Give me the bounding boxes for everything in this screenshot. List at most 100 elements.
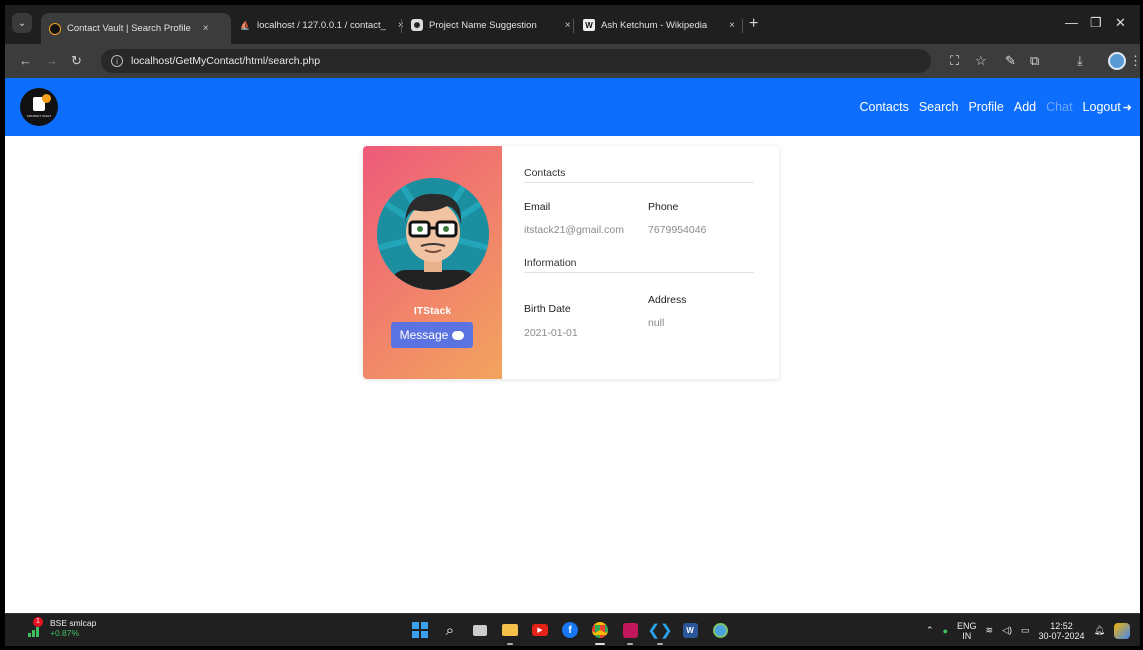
contact-vault-favicon-icon bbox=[49, 22, 61, 35]
tab-divider bbox=[742, 19, 743, 33]
tab-search-button[interactable]: ⌄ bbox=[12, 13, 32, 33]
nav-chat: Chat bbox=[1046, 100, 1073, 114]
bookmark-star-icon[interactable]: ☆ bbox=[975, 53, 987, 69]
clock-time: 12:52 bbox=[1050, 620, 1073, 631]
clock-date: 30-07-2024 bbox=[1038, 630, 1085, 641]
tab-project-name[interactable]: ✺ Project Name Suggestion × bbox=[403, 13, 573, 37]
media-app-icon[interactable] bbox=[620, 620, 640, 645]
file-explorer-icon[interactable] bbox=[500, 620, 520, 645]
avatar-illustration bbox=[377, 178, 489, 290]
screen-frame: ⌄ Contact Vault | Search Profile × ⛵ loc… bbox=[0, 0, 1143, 650]
widget-change: +0.87% bbox=[50, 628, 80, 638]
stock-widget[interactable]: 1 BSE smlcap +0.87% bbox=[27, 617, 97, 638]
windows-taskbar: 1 BSE smlcap +0.87% ⌕ ▶ f ❮❯ W ⌃ ● ENG I… bbox=[5, 613, 1140, 646]
task-view-icon[interactable] bbox=[470, 620, 490, 640]
clock[interactable]: 12:52 30-07-2024 bbox=[1039, 621, 1085, 641]
tab-title: Project Name Suggestion bbox=[429, 19, 537, 31]
minimize-icon[interactable]: — bbox=[1065, 15, 1078, 30]
close-window-icon[interactable]: ✕ bbox=[1115, 15, 1126, 31]
profile-name: ITStack bbox=[413, 305, 452, 317]
notification-bell-icon[interactable]: 🔔︎ bbox=[1094, 625, 1105, 636]
youtube-icon[interactable]: ▶ bbox=[530, 620, 550, 640]
avatar bbox=[377, 178, 489, 290]
tab-title: localhost / 127.0.0.1 / contact_ bbox=[257, 19, 386, 31]
wikipedia-favicon-icon: W bbox=[583, 19, 595, 31]
nav-search[interactable]: Search bbox=[919, 100, 959, 114]
back-icon[interactable]: ← bbox=[19, 53, 32, 68]
nav-contacts[interactable]: Contacts bbox=[860, 100, 909, 114]
start-windows-icon[interactable] bbox=[410, 620, 430, 640]
contacts-heading: Contacts bbox=[524, 167, 566, 179]
language-top: ENG bbox=[957, 620, 977, 631]
extensions-icon[interactable]: ⧉ bbox=[1030, 53, 1039, 69]
tray-app-icon[interactable]: ● bbox=[943, 626, 948, 636]
copilot-icon[interactable] bbox=[1114, 622, 1130, 639]
volume-icon[interactable]: ◁) bbox=[1002, 625, 1012, 636]
eyedropper-icon[interactable]: ✎ bbox=[1005, 53, 1016, 69]
nav-add[interactable]: Add bbox=[1014, 100, 1036, 114]
nav-profile[interactable]: Profile bbox=[968, 100, 1003, 114]
profile-card-sidebar: ITStack Message bbox=[363, 146, 502, 379]
email-value: itstack21@gmail.com bbox=[524, 224, 624, 236]
system-tray: ⌃ ● ENG IN ≋ ◁) ▭ 12:52 30-07-2024 🔔︎ bbox=[926, 614, 1130, 646]
profile-card: ITStack Message Contacts Email itstack21… bbox=[363, 146, 779, 379]
translate-icon[interactable]: ⛶ bbox=[950, 53, 959, 69]
address-value: null bbox=[648, 317, 665, 329]
new-tab-button[interactable]: + bbox=[749, 16, 758, 32]
tab-divider bbox=[401, 19, 402, 33]
search-icon[interactable]: ⌕ bbox=[440, 620, 460, 640]
email-label: Email bbox=[524, 201, 551, 213]
chatgpt-favicon-icon: ✺ bbox=[411, 19, 423, 31]
url-text: localhost/GetMyContact/html/search.php bbox=[131, 55, 321, 67]
language-bottom: IN bbox=[962, 630, 972, 641]
wifi-icon[interactable]: ≋ bbox=[986, 625, 994, 636]
address-bar[interactable]: i localhost/GetMyContact/html/search.php bbox=[101, 49, 931, 73]
nav-logout[interactable]: Logout ➜ bbox=[1083, 100, 1132, 114]
reload-icon[interactable]: ↻ bbox=[71, 53, 82, 69]
phpmyadmin-favicon-icon: ⛵ bbox=[240, 20, 250, 30]
word-icon[interactable]: W bbox=[680, 620, 700, 640]
browser-menu-icon[interactable]: ⋮ bbox=[1129, 53, 1140, 69]
birth-date-value: 2021-01-01 bbox=[524, 327, 578, 339]
contacts-divider bbox=[524, 182, 754, 183]
close-tab-icon[interactable]: × bbox=[729, 20, 735, 31]
taskbar-apps: ⌕ ▶ f ❮❯ W bbox=[410, 620, 730, 645]
battery-icon[interactable]: ▭ bbox=[1021, 625, 1030, 636]
browser-globe-icon[interactable] bbox=[710, 620, 730, 640]
tab-wikipedia[interactable]: W Ash Ketchum - Wikipedia × bbox=[575, 13, 743, 37]
tab-contact-vault[interactable]: Contact Vault | Search Profile × bbox=[41, 13, 231, 44]
site-info-icon[interactable]: i bbox=[111, 55, 123, 67]
contact-vault-logo[interactable]: CONTACT VAULT bbox=[20, 88, 58, 126]
logo-text: CONTACT VAULT bbox=[26, 113, 52, 118]
tab-title: Ash Ketchum - Wikipedia bbox=[601, 19, 708, 31]
facebook-icon[interactable]: f bbox=[560, 620, 580, 640]
language-indicator[interactable]: ENG IN bbox=[957, 621, 977, 641]
chevron-up-icon[interactable]: ⌃ bbox=[926, 625, 934, 636]
forward-icon[interactable]: → bbox=[45, 53, 58, 68]
close-tab-icon[interactable]: × bbox=[565, 20, 571, 31]
chrome-icon[interactable] bbox=[590, 620, 610, 645]
close-tab-icon[interactable]: × bbox=[203, 23, 209, 34]
birth-date-label: Birth Date bbox=[524, 303, 571, 315]
tab-title: Contact Vault | Search Profile bbox=[67, 23, 191, 34]
nav-links: Contacts Search Profile Add Chat Logout ➜ bbox=[860, 78, 1133, 136]
browser-tab-strip: ⌄ Contact Vault | Search Profile × ⛵ loc… bbox=[5, 5, 1140, 44]
information-divider bbox=[524, 272, 754, 273]
restore-icon[interactable]: ❐ bbox=[1090, 15, 1102, 31]
tab-divider bbox=[573, 19, 574, 33]
logo-document-icon bbox=[33, 93, 51, 111]
logout-icon: ➜ bbox=[1122, 102, 1132, 114]
chat-bubble-icon bbox=[452, 330, 465, 340]
downloads-icon[interactable]: ⤓ bbox=[1077, 53, 1083, 69]
vscode-icon[interactable]: ❮❯ bbox=[647, 620, 673, 645]
information-heading: Information bbox=[524, 257, 577, 269]
app-navbar: CONTACT VAULT Contacts Search Profile Ad… bbox=[5, 78, 1140, 136]
message-button-label: Message bbox=[399, 328, 449, 342]
tab-phpmyadmin[interactable]: ⛵ localhost / 127.0.0.1 / contact_ × bbox=[231, 13, 404, 37]
widget-title: BSE smlcap bbox=[50, 618, 97, 628]
profile-avatar-icon[interactable] bbox=[1108, 52, 1126, 70]
screen: ⌄ Contact Vault | Search Profile × ⛵ loc… bbox=[5, 5, 1140, 646]
message-button[interactable]: Message bbox=[391, 322, 473, 348]
nav-logout-label: Logout bbox=[1082, 100, 1121, 114]
address-label: Address bbox=[648, 294, 687, 306]
